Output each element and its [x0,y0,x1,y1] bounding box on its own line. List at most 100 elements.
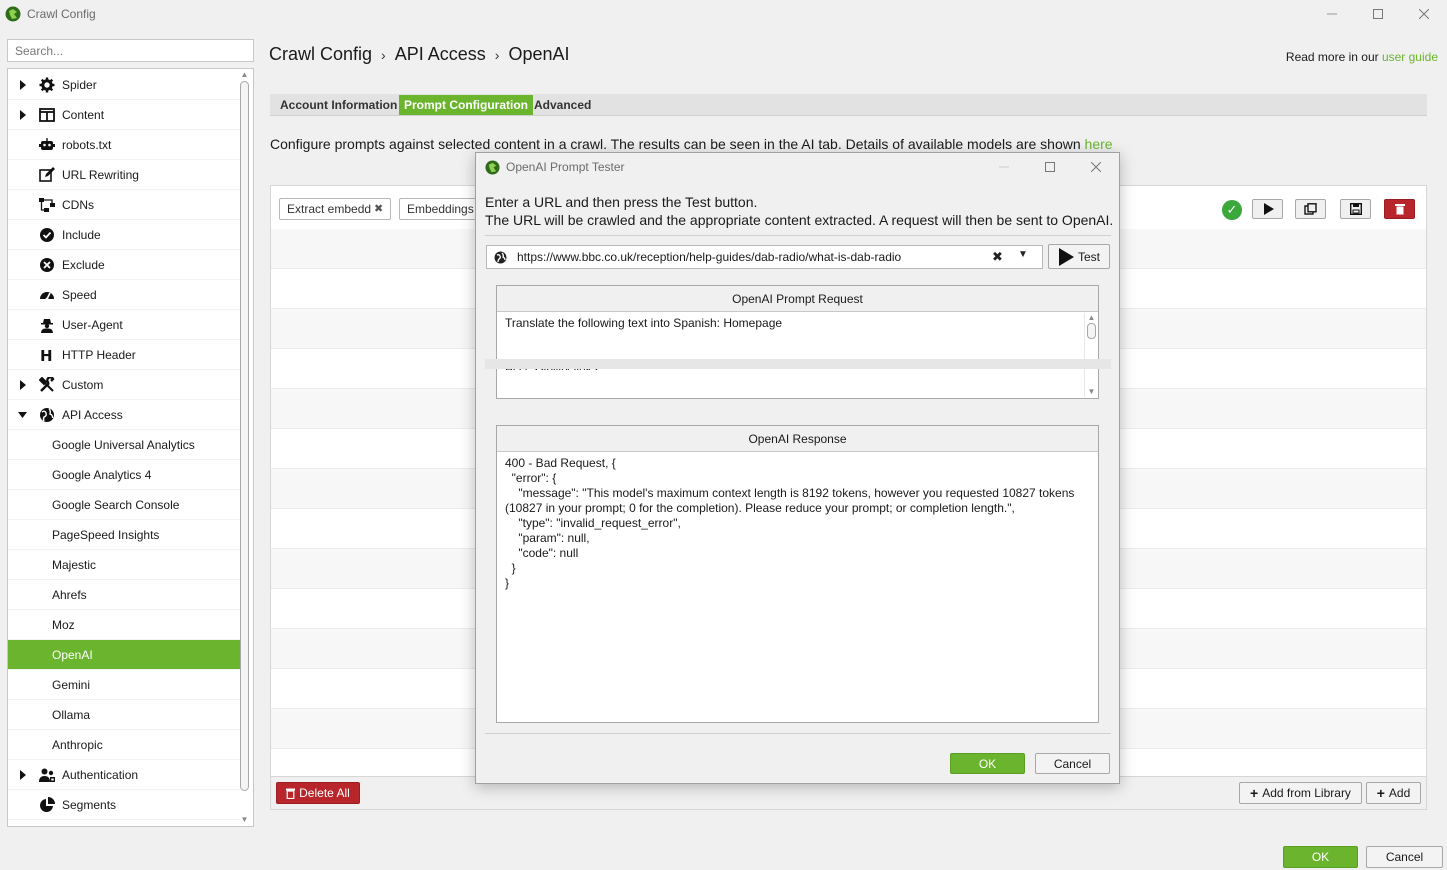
close-button[interactable] [1401,0,1447,28]
app-logo-icon [485,159,500,175]
sidebar-item-label: Google Analytics 4 [52,467,152,482]
sidebar-item-exclude[interactable]: Exclude [8,250,240,280]
sidebar-item-label: Ahrefs [52,587,87,602]
sidebar-item-http-header[interactable]: H HTTP Header [8,340,240,370]
response-header: OpenAI Response [497,426,1098,452]
columns-icon [39,107,55,123]
sidebar-item-include[interactable]: Include [8,220,240,250]
request-header: OpenAI Prompt Request [497,286,1098,312]
copy-prompt-button[interactable] [1295,199,1326,219]
robot-icon [39,137,55,153]
sidebar-item-user-agent[interactable]: User-Agent [8,310,240,340]
scroll-up-icon[interactable]: ▲ [1087,314,1096,322]
sidebar-item-spider[interactable]: Spider [8,70,240,100]
sidebar-item-custom[interactable]: Custom [8,370,240,400]
sidebar-item-google-analytics-4[interactable]: Google Analytics 4 [8,460,240,490]
tab-advanced[interactable]: Advanced [529,95,596,115]
search-input[interactable] [7,39,254,62]
caret-right-icon[interactable] [18,109,28,121]
dialog-instructions-line: The URL will be crawled and the appropri… [485,212,1114,228]
sidebar-item-openai[interactable]: OpenAI [8,640,240,670]
sidebar-item-google-universal-analytics[interactable]: Google Universal Analytics [8,430,240,460]
x-circle-icon [39,257,55,273]
user-guide-link[interactable]: user guide [1382,50,1438,64]
tree-scrollbar[interactable]: ▲ ▼ [238,69,251,826]
scroll-down-icon[interactable]: ▼ [240,816,249,824]
tab-account-information[interactable]: Account Information [275,95,402,115]
prompt-chip[interactable]: Extract embedd ✖ [279,198,392,220]
models-link[interactable]: here [1085,136,1113,152]
sidebar-item-label: URL Rewriting [62,167,139,182]
dialog-maximize-button[interactable] [1027,153,1073,181]
sidebar-item-pagespeed-insights[interactable]: PageSpeed Insights [8,520,240,550]
breadcrumb-item: API Access [394,44,486,64]
scroll-up-icon[interactable]: ▲ [240,71,249,79]
sidebar-item-anthropic[interactable]: Anthropic [8,730,240,760]
sidebar-item-google-search-console[interactable]: Google Search Console [8,490,240,520]
scroll-down-icon[interactable]: ▼ [1087,388,1096,396]
dialog-close-button[interactable] [1073,153,1119,181]
maximize-button[interactable] [1355,0,1401,28]
section-splitter[interactable] [485,359,1111,369]
request-section: OpenAI Prompt Request Translate the foll… [496,285,1099,399]
prompt-chip[interactable]: Embeddings [399,198,482,220]
caret-down-icon[interactable] [18,409,28,421]
ok-button[interactable]: OK [1283,846,1358,868]
sidebar-item-segments[interactable]: Segments [8,790,240,820]
sidebar-item-label: Anthropic [52,737,103,752]
tab-bar: Account Information Prompt Configuration… [270,94,1427,116]
app-logo-icon [5,6,21,22]
sidebar-item-label: Majestic [52,557,97,572]
add-from-library-button[interactable]: + Add from Library [1239,782,1362,804]
url-combobox[interactable]: ✖ ▼ [486,245,1043,269]
sidebar-item-cdns[interactable]: CDNs [8,190,240,220]
description-text: Configure prompts against selected conte… [270,136,1085,152]
test-button[interactable]: Test [1048,244,1110,269]
dialog-ok-button[interactable]: OK [950,753,1025,774]
sidebar-item-moz[interactable]: Moz [8,610,240,640]
delete-prompt-button[interactable] [1384,199,1415,219]
chevron-down-icon[interactable]: ▼ [1018,249,1028,260]
trash-icon [286,788,296,799]
status-check-icon: ✓ [1222,200,1242,220]
sidebar-item-authentication[interactable]: Authentication [8,760,240,790]
sidebar-item-majestic[interactable]: Majestic [8,550,240,580]
globe-icon [494,251,507,264]
window-titlebar: Crawl Config [0,0,1447,28]
remove-chip-icon[interactable]: ✖ [374,199,383,219]
svg-text:H: H [40,347,53,363]
clear-url-icon[interactable]: ✖ [992,249,1003,265]
add-button[interactable]: + Add [1366,782,1421,804]
read-more-text: Read more in our [1285,50,1382,64]
sidebar-item-ollama[interactable]: Ollama [8,700,240,730]
response-textarea[interactable]: 400 - Bad Request, { "error": { "message… [505,456,1090,591]
sidebar-item-speed[interactable]: Speed [8,280,240,310]
url-input[interactable] [517,248,977,266]
run-prompt-button[interactable] [1252,199,1283,219]
close-icon [1091,162,1101,172]
delete-all-button[interactable]: Delete All [276,782,360,804]
sidebar-item-content[interactable]: Content [8,100,240,130]
tab-prompt-configuration[interactable]: Prompt Configuration [399,95,533,115]
save-prompt-button[interactable] [1340,199,1371,219]
sidebar-item-url-rewriting[interactable]: URL Rewriting [8,160,240,190]
sidebar-item-label: Exclude [62,257,105,272]
request-scrollbar[interactable]: ▲ ▼ [1084,313,1097,397]
header-icon: H [39,347,55,365]
caret-right-icon[interactable] [18,79,28,91]
scroll-thumb[interactable] [240,81,249,791]
sidebar-item-robots-txt[interactable]: robots.txt [8,130,240,160]
sidebar-item-api-access[interactable]: API Access [8,400,240,430]
trash-icon [1394,204,1405,215]
caret-right-icon[interactable] [18,379,28,391]
scroll-thumb[interactable] [1087,323,1096,339]
cancel-button[interactable]: Cancel [1366,846,1443,868]
dialog-minimize-button[interactable] [981,153,1027,181]
minimize-button[interactable] [1309,0,1355,28]
add-from-library-label: Add from Library [1262,786,1351,800]
caret-right-icon[interactable] [18,769,28,781]
maximize-icon [1373,9,1383,19]
sidebar-item-ahrefs[interactable]: Ahrefs [8,580,240,610]
sidebar-item-gemini[interactable]: Gemini [8,670,240,700]
dialog-cancel-button[interactable]: Cancel [1035,753,1110,774]
